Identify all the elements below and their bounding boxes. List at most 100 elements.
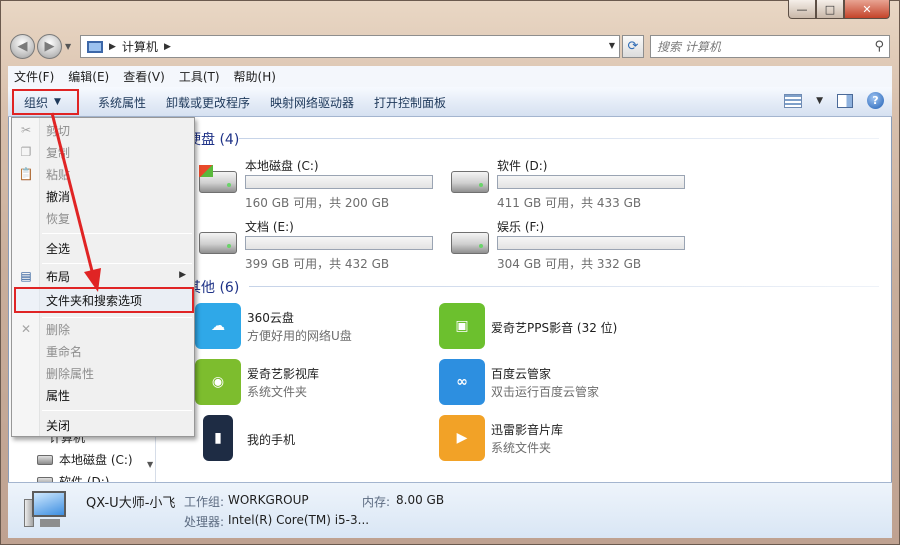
menu-item-paste[interactable]: 粘贴	[46, 164, 70, 184]
command-bar: 组织 ▼ 系统属性 卸载或更改程序 映射网络驱动器 打开控制面板 ▼ ?	[8, 87, 892, 117]
navpane-c-drive[interactable]: 本地磁盘 (C:)	[37, 451, 133, 468]
app-name: 爱奇艺PPS影音 (32 位)	[491, 321, 618, 335]
uninstall-program-button[interactable]: 卸载或更改程序	[156, 87, 260, 117]
submenu-arrow-icon: ▶	[179, 270, 186, 280]
app-my-phone[interactable]: ▮ 我的手机	[195, 415, 435, 465]
menu-item-copy[interactable]: 复制	[46, 142, 70, 162]
iqiyi-film-icon: ◉	[195, 359, 241, 405]
organize-button[interactable]: 组织 ▼	[12, 89, 79, 115]
search-input[interactable]: 搜索 计算机 ⚲	[650, 35, 890, 58]
cloud-disk-icon: ☁	[195, 303, 241, 349]
minimize-button[interactable]: —	[788, 0, 816, 19]
system-properties-button[interactable]: 系统属性	[88, 87, 156, 117]
menu-bar: 文件(F) 编辑(E) 查看(V) 工具(T) 帮助(H)	[8, 66, 892, 87]
menu-separator	[42, 263, 192, 264]
view-dropdown-icon[interactable]: ▼	[816, 96, 823, 106]
processor-value: Intel(R) Core(TM) i5-3...	[228, 513, 370, 527]
menu-item-rename[interactable]: 重命名	[46, 341, 82, 361]
app-iqiyi-pps[interactable]: ▣ 爱奇艺PPS影音 (32 位)	[439, 303, 679, 353]
menu-item-undo[interactable]: 撤消	[46, 186, 70, 206]
processor-label: 处理器:	[184, 515, 225, 529]
recent-pages-dropdown[interactable]: ▼	[65, 42, 71, 51]
change-view-icon[interactable]	[784, 93, 803, 108]
app-name: 我的手机	[247, 433, 296, 447]
menu-item-properties[interactable]: 属性	[46, 385, 70, 405]
navigation-bar: ◀ ▶ ▼ ▶ 计算机 ▶ ▼ ⟳ 搜索 计算机 ⚲	[0, 30, 900, 62]
app-360-cloud[interactable]: ☁ 360云盘 方便好用的网络U盘	[195, 303, 435, 353]
drive-f[interactable]: 娱乐 (F:) 304 GB 可用，共 332 GB	[451, 218, 691, 271]
computer-name: QX-U大师-小飞	[86, 496, 176, 511]
scroll-down-icon[interactable]: ▼	[147, 460, 157, 469]
delete-icon: ✕	[20, 322, 32, 336]
breadcrumb-separator-icon[interactable]: ▶	[109, 42, 116, 52]
app-xunlei-video[interactable]: ▶ 迅雷影音片库 系统文件夹	[439, 415, 679, 465]
menu-item-close[interactable]: 关闭	[46, 415, 70, 435]
phone-icon: ▮	[203, 415, 233, 461]
drive-c[interactable]: 本地磁盘 (C:) 160 GB 可用，共 200 GB	[199, 157, 439, 210]
app-iqiyi-film[interactable]: ◉ 爱奇艺影视库 系统文件夹	[195, 359, 435, 409]
menu-item-redo[interactable]: 恢复	[46, 208, 70, 228]
organize-label: 组织	[24, 95, 49, 110]
workgroup-label: 工作组:	[184, 495, 225, 509]
paste-icon: 📋	[18, 167, 34, 181]
menu-item-cut[interactable]: 剪切	[46, 120, 70, 140]
workgroup-value: WORKGROUP	[228, 493, 309, 507]
menu-file[interactable]: 文件(F)	[14, 68, 54, 85]
navpane-c-drive-label: 本地磁盘 (C:)	[59, 453, 133, 467]
menu-help[interactable]: 帮助(H)	[234, 68, 276, 85]
drive-usage-bar	[245, 236, 433, 250]
chevron-down-icon: ▼	[54, 97, 61, 107]
app-description: 双击运行百度云管家	[491, 385, 600, 399]
maximize-button[interactable]: □	[816, 0, 844, 19]
menu-item-delete[interactable]: 删除	[46, 319, 70, 339]
breadcrumb-computer[interactable]: 计算机	[122, 38, 158, 55]
details-pane: QX-U大师-小飞 工作组: WORKGROUP 内存: 8.00 GB 处理器…	[8, 482, 892, 538]
drive-name: 文档 (E:)	[245, 220, 294, 234]
menu-item-folder-options[interactable]: 文件夹和搜索选项	[46, 290, 142, 310]
drive-d[interactable]: 软件 (D:) 411 GB 可用，共 433 GB	[451, 157, 691, 210]
preview-pane-icon[interactable]	[837, 93, 853, 108]
menu-separator	[42, 233, 192, 234]
menu-edit[interactable]: 编辑(E)	[68, 68, 109, 85]
help-icon[interactable]: ?	[867, 92, 884, 109]
drive-e[interactable]: 文档 (E:) 399 GB 可用，共 432 GB	[199, 218, 439, 271]
back-arrow-icon: ◀	[17, 39, 28, 54]
app-name: 360云盘	[247, 311, 294, 325]
xunlei-video-icon: ▶	[439, 415, 485, 461]
address-dropdown-icon[interactable]: ▼	[609, 41, 615, 50]
drive-free-space: 304 GB 可用，共 332 GB	[497, 257, 642, 271]
layout-icon: ▤	[20, 269, 32, 283]
search-icon[interactable]: ⚲	[874, 39, 884, 54]
forward-arrow-icon: ▶	[44, 39, 55, 54]
memory-value: 8.00 GB	[396, 493, 445, 507]
open-control-panel-button[interactable]: 打开控制面板	[364, 87, 456, 117]
menu-item-layout[interactable]: 布局	[46, 266, 70, 286]
menu-view[interactable]: 查看(V)	[123, 68, 165, 85]
refresh-button[interactable]: ⟳	[622, 35, 644, 58]
computer-icon	[87, 40, 103, 53]
refresh-icon: ⟳	[627, 39, 639, 54]
breadcrumb-separator-icon[interactable]: ▶	[164, 42, 171, 52]
app-baidu-cloud[interactable]: ∞ 百度云管家 双击运行百度云管家	[439, 359, 679, 409]
forward-button[interactable]: ▶	[37, 34, 62, 59]
menu-item-select-all[interactable]: 全选	[46, 238, 70, 258]
drive-usage-bar	[497, 175, 685, 189]
drive-usage-bar	[245, 175, 433, 189]
menu-separator	[42, 410, 192, 411]
hard-drive-icon	[199, 232, 237, 254]
close-button[interactable]: ✕	[844, 0, 890, 19]
app-description: 系统文件夹	[491, 441, 552, 455]
drive-free-space: 411 GB 可用，共 433 GB	[497, 196, 642, 210]
copy-icon: ❐	[20, 145, 32, 159]
app-name: 百度云管家	[491, 367, 552, 381]
app-name: 爱奇艺影视库	[247, 367, 320, 381]
address-bar[interactable]: ▶ 计算机 ▶ ▼	[80, 35, 620, 58]
windows-logo-icon	[199, 165, 213, 177]
drive-usage-bar	[497, 236, 685, 250]
menu-tools[interactable]: 工具(T)	[179, 68, 220, 85]
drive-name: 本地磁盘 (C:)	[245, 159, 319, 173]
back-button[interactable]: ◀	[10, 34, 35, 59]
window-controls: — □ ✕	[788, 0, 890, 19]
map-network-drive-button[interactable]: 映射网络驱动器	[260, 87, 364, 117]
menu-item-remove-properties[interactable]: 删除属性	[46, 363, 94, 383]
